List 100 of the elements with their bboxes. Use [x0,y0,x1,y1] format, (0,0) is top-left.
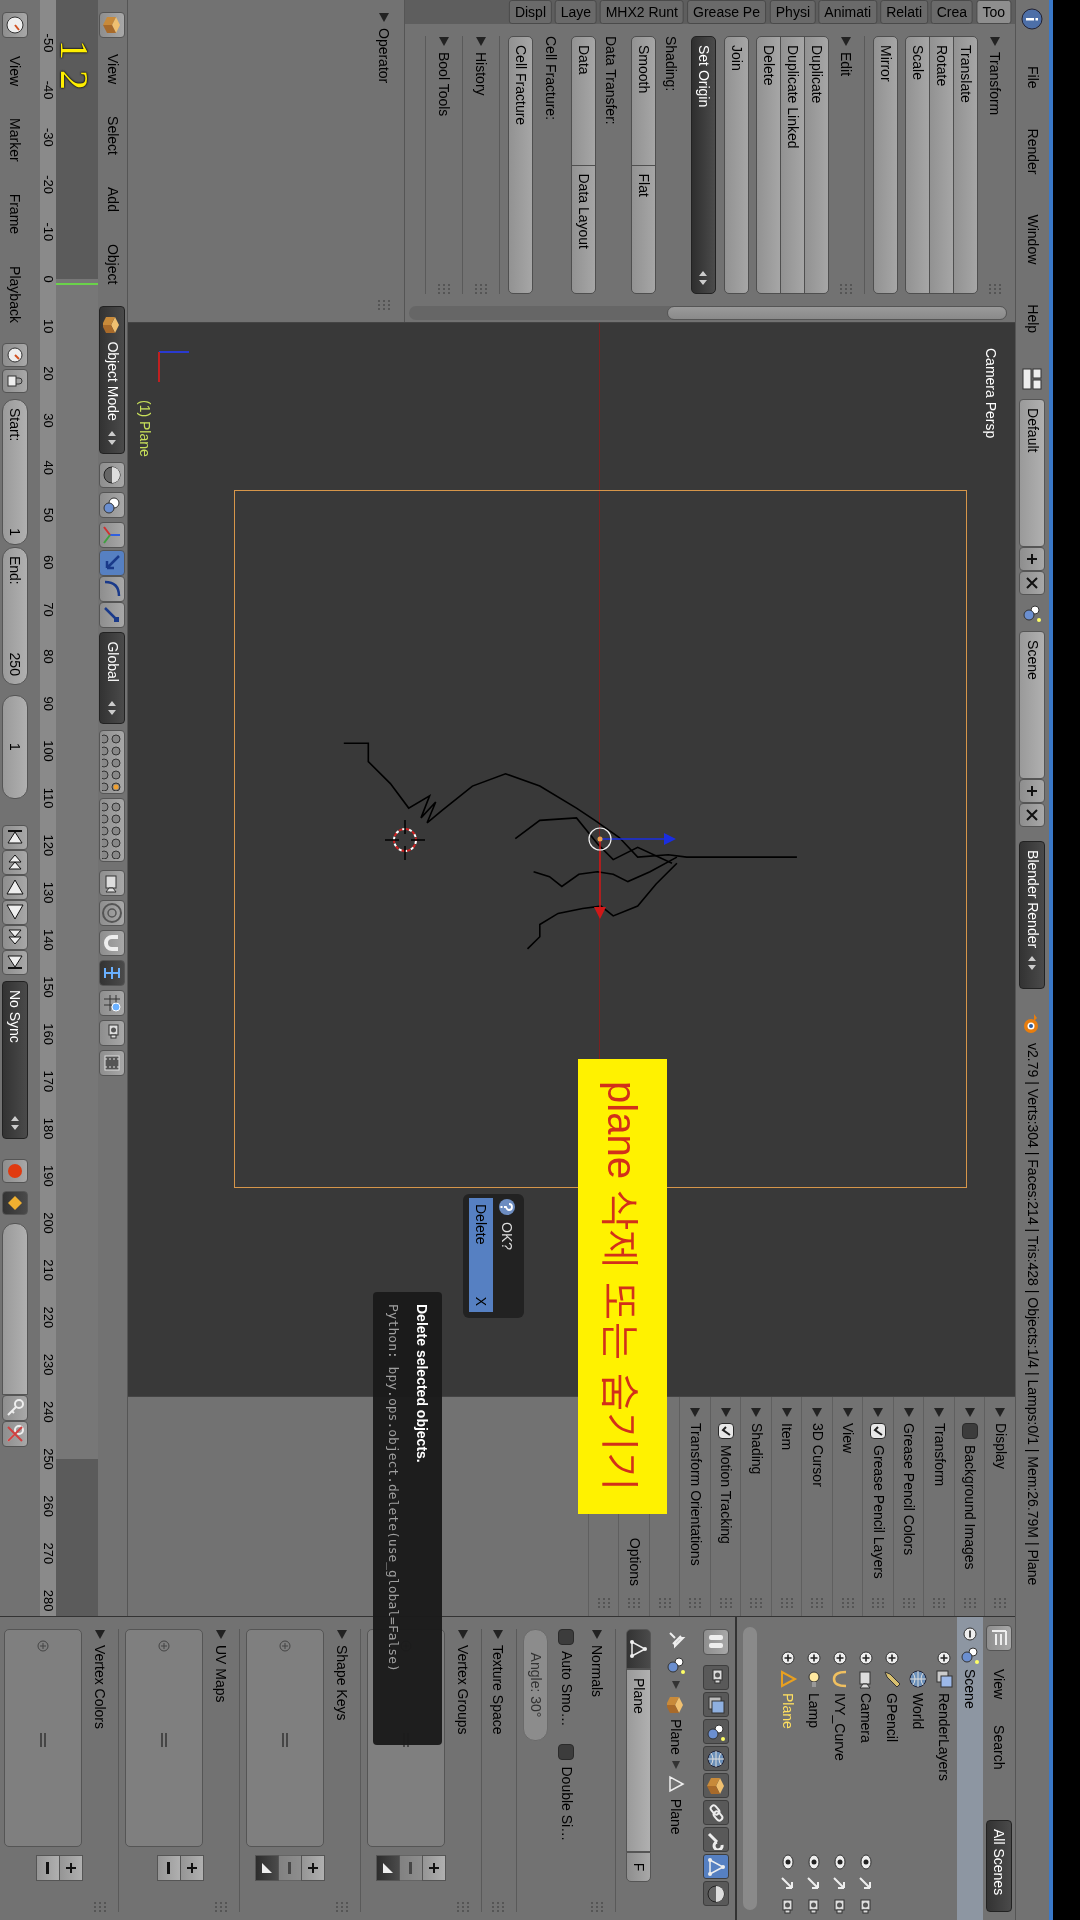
panel-title[interactable]: View [837,1423,859,1454]
playback-button[interactable] [2,824,28,850]
menu-item[interactable]: Frame [4,181,26,247]
clock-button[interactable] [2,342,28,367]
grip-icon[interactable] [628,1598,641,1608]
properties-tab[interactable] [703,1854,729,1879]
menu-dropdown[interactable]: Set Origin [691,36,716,294]
panel-title[interactable]: Item [776,1423,798,1451]
grip-icon[interactable] [438,284,450,294]
tool-tab[interactable]: Displ [508,0,552,24]
pin-icon[interactable] [666,1629,686,1649]
outliner-item[interactable]: RenderLayers [933,1693,955,1781]
cursor-arrow-icon[interactable] [780,1876,796,1892]
render-still-button[interactable] [99,1020,126,1047]
triangle-icon[interactable] [751,1407,762,1417]
triangle-icon[interactable] [781,1407,792,1417]
panel-title[interactable]: 3D Cursor [806,1423,828,1487]
grip-icon[interactable] [811,1598,824,1608]
render-engine-dropdown[interactable]: Blender Render [1019,841,1046,990]
cursor-arrow-icon[interactable] [806,1876,822,1892]
menu-item[interactable]: View [102,42,123,97]
collapse-icon[interactable] [963,1627,977,1641]
keyframe-type-dropdown[interactable] [2,1190,28,1215]
camera-icon[interactable] [832,1898,848,1914]
panel-title[interactable]: Vertex Colors [89,1645,111,1730]
camera-icon[interactable] [858,1898,874,1914]
display-mode-dropdown[interactable]: All Scenes [986,1820,1012,1912]
tool-tab[interactable]: Too [976,0,1011,24]
triangle-icon[interactable] [439,36,449,46]
shading-button[interactable] [99,462,126,489]
tool-button[interactable]: Translate [953,36,978,294]
info-icon[interactable] [1021,8,1044,30]
grip-icon[interactable] [989,284,1001,294]
tool-tab[interactable]: Laye [554,0,598,24]
grip-icon[interactable] [658,1598,671,1608]
triangle-icon[interactable] [337,1629,347,1639]
grip-icon[interactable] [336,1902,348,1912]
grip-icon[interactable] [689,1598,702,1608]
grip-icon[interactable] [840,284,852,294]
panel-title[interactable]: Grease Pencil Colors [898,1423,920,1556]
add-button[interactable] [180,1855,204,1881]
outliner-item[interactable]: Lamp [803,1693,825,1729]
panel-title[interactable]: Texture Space [487,1645,509,1735]
scrollbar[interactable] [743,1627,757,1910]
expand-icon[interactable] [807,1651,821,1665]
tool-tab[interactable]: Physi [769,0,816,24]
properties-tab[interactable] [703,1692,729,1717]
menu-item[interactable]: View [4,44,26,99]
proportional-edit-button[interactable] [99,900,126,927]
tool-button[interactable]: Rotate [929,36,954,294]
manipulator-button[interactable] [99,550,126,577]
properties-tab[interactable] [703,1881,729,1906]
playback-button[interactable] [2,924,28,950]
eye-icon[interactable] [858,1854,874,1870]
tool-tab[interactable]: MHX2 Runt [600,0,685,24]
playback-button[interactable] [2,949,28,975]
expand-icon[interactable] [859,1651,873,1665]
manipulator-toggle[interactable] [99,522,126,549]
outliner-item[interactable]: Scene [959,1669,981,1709]
resize-handle-icon[interactable] [38,1732,48,1748]
menu-item[interactable]: Select [102,104,123,167]
add-button[interactable] [59,1855,83,1881]
lock-button[interactable] [2,368,28,393]
panel-title[interactable]: Display [989,1423,1011,1469]
triangle-icon[interactable] [995,1407,1006,1417]
playback-button[interactable] [2,849,28,875]
panel-title[interactable]: Background Images [959,1445,981,1570]
properties-tab[interactable] [703,1746,729,1771]
properties-tab[interactable] [703,1665,729,1690]
properties-tab[interactable] [703,1719,729,1744]
camera-icon[interactable] [780,1898,796,1914]
eye-icon[interactable] [832,1854,848,1870]
panel-title[interactable]: Shading [745,1423,767,1475]
triangle-icon[interactable] [592,1629,602,1639]
grip-icon[interactable] [902,1598,915,1608]
grip-icon[interactable] [963,1598,976,1608]
panel-title[interactable]: Operator [373,28,395,84]
resize-handle-icon[interactable] [280,1732,290,1748]
grip-icon[interactable] [933,1598,946,1608]
cursor-arrow-icon[interactable] [832,1876,848,1892]
expand-icon[interactable] [937,1651,951,1665]
expand-icon[interactable] [885,1651,899,1665]
snap-element-button[interactable] [99,960,126,987]
end-frame-field[interactable]: End: 250 [2,546,28,685]
tool-button[interactable]: Delete [756,36,781,294]
manipulator-button[interactable] [99,576,126,603]
sync-dropdown[interactable]: No Sync [2,980,28,1139]
menu-item[interactable]: Playback [4,254,26,335]
layer-buttons[interactable] [99,798,126,863]
start-frame-field[interactable]: Start: 1 [2,398,28,545]
grip-icon[interactable] [841,1598,854,1608]
triangle-icon[interactable] [990,36,1000,46]
tool-button[interactable]: Data [571,36,596,166]
camera-icon[interactable] [806,1898,822,1914]
triangle-icon[interactable] [95,1629,105,1639]
eye-icon[interactable] [806,1854,822,1870]
tool-tab[interactable]: Relati [880,0,929,24]
grip-icon[interactable] [597,1598,610,1608]
panel-title[interactable]: Normals [586,1645,608,1698]
panel-title[interactable]: Options [623,1537,645,1586]
